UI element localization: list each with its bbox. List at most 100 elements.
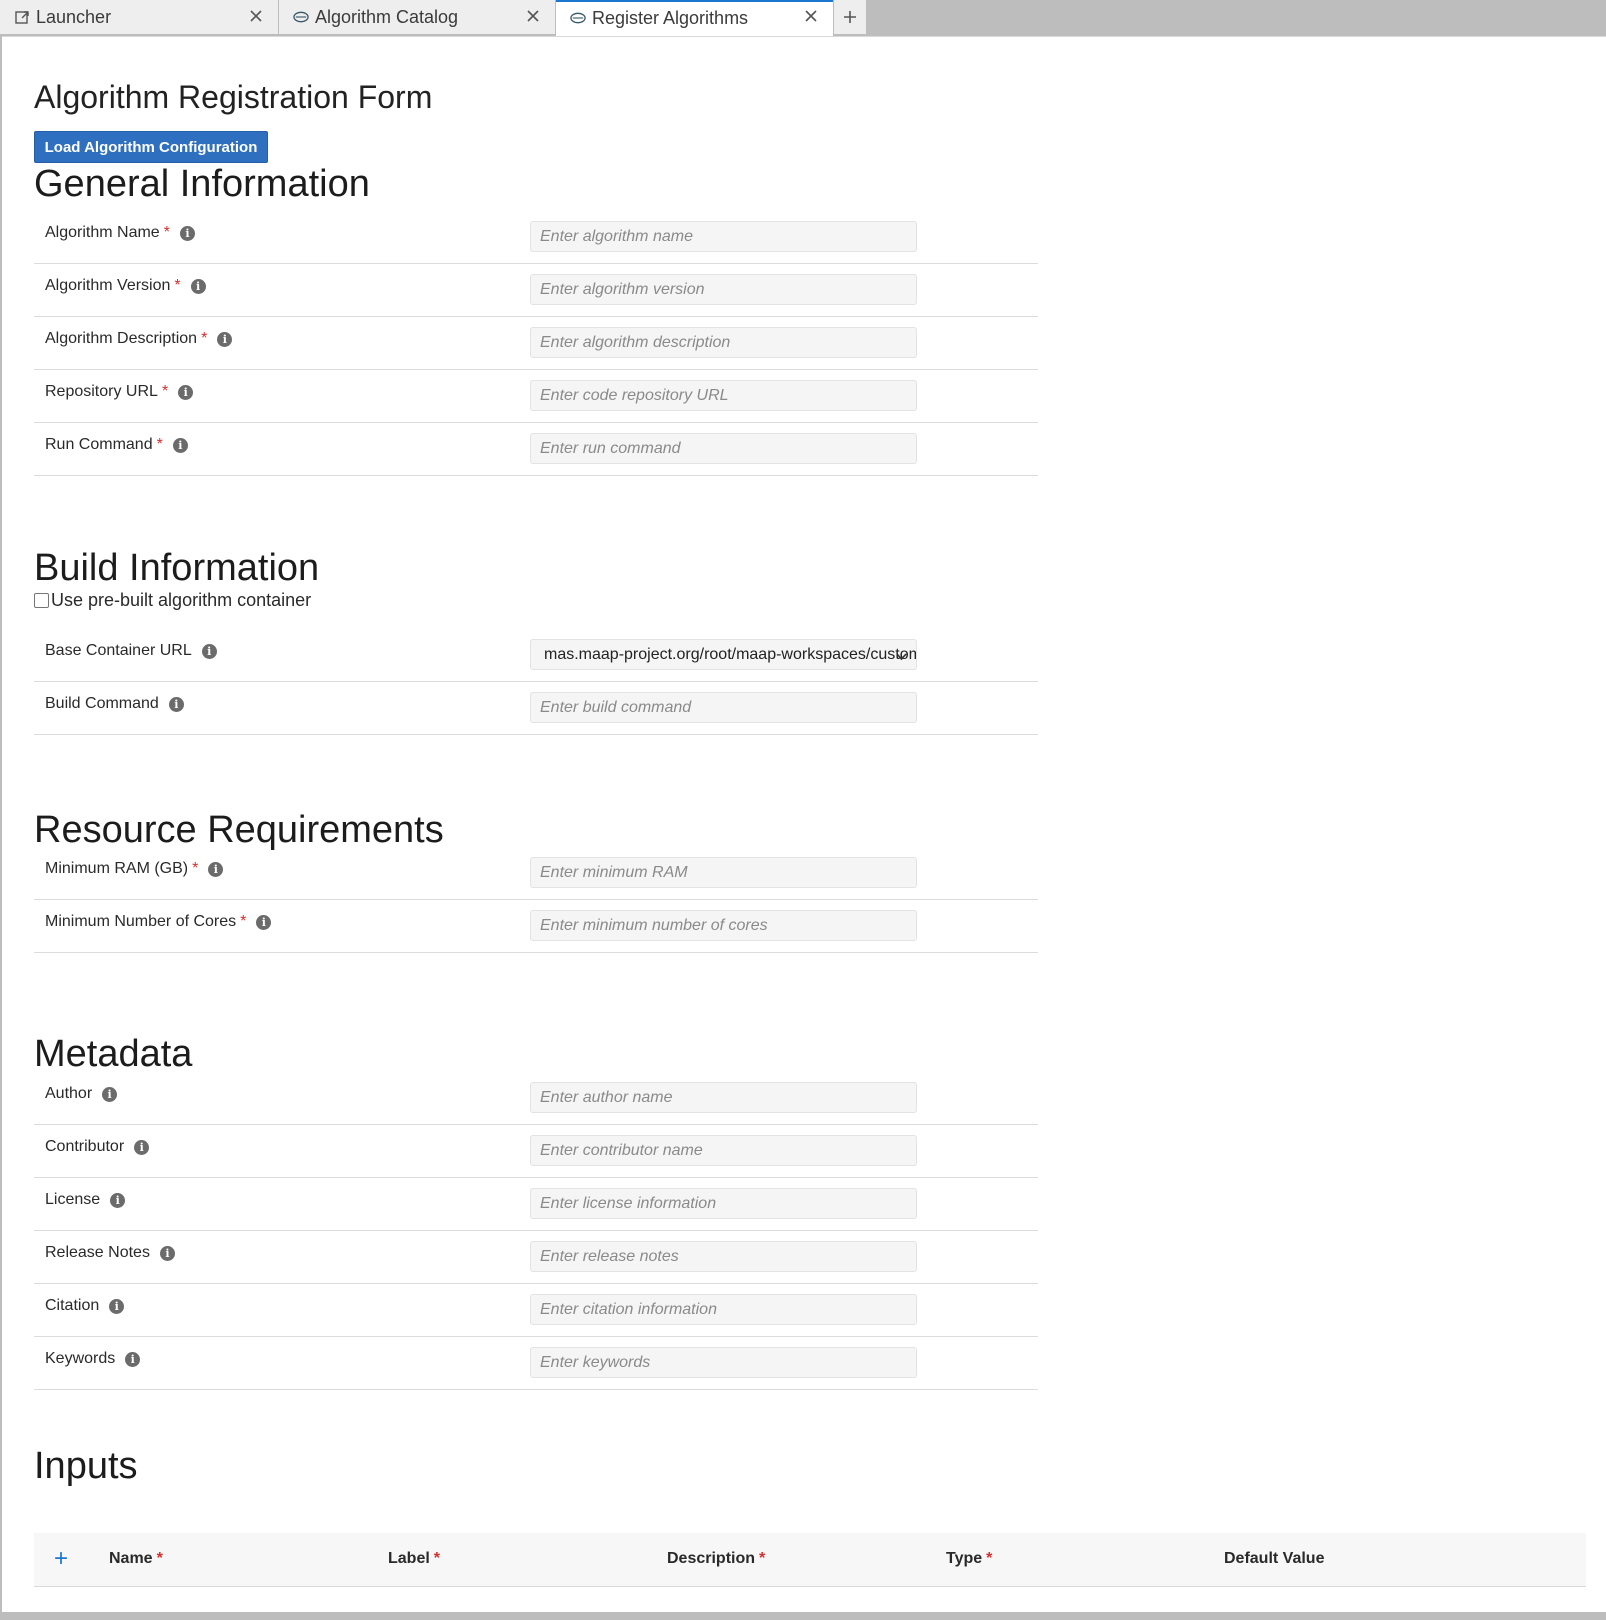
build-command-input[interactable]: [530, 692, 917, 723]
run-command-input[interactable]: [530, 433, 917, 464]
info-icon[interactable]: i: [256, 914, 272, 930]
required-marker: *: [240, 913, 247, 930]
required-marker: *: [433, 1550, 441, 1567]
column-header-label: Label *: [388, 1550, 440, 1568]
info-icon[interactable]: i: [125, 1351, 141, 1367]
form-row-repository-url: Repository URL * i: [34, 370, 1038, 423]
form-row-citation: Citation i: [34, 1284, 1038, 1337]
required-marker: *: [156, 436, 163, 453]
column-header-default-value: Default Value: [1224, 1550, 1324, 1568]
form-row-keywords: Keywords i: [34, 1337, 1038, 1390]
license-input[interactable]: [530, 1188, 917, 1219]
info-icon[interactable]: i: [109, 1298, 125, 1314]
info-icon[interactable]: i: [217, 331, 233, 347]
info-icon[interactable]: i: [168, 696, 184, 712]
inputs-table-header: + Name * Label * Description * Type * Defaul…: [34, 1533, 1586, 1587]
info-icon[interactable]: i: [110, 1192, 126, 1208]
add-input-button[interactable]: +: [54, 1547, 68, 1571]
form-row-minimum-ram: Minimum RAM (GB) * i: [34, 847, 1038, 900]
info-icon[interactable]: i: [179, 225, 195, 241]
info-icon[interactable]: i: [159, 1245, 175, 1261]
build-information-fields: Base Container URL i mas.maap-project.org…: [34, 629, 1038, 735]
prebuilt-container-label: Use pre-built algorithm container: [51, 590, 312, 610]
tab-algorithm-catalog[interactable]: Algorithm Catalog: [279, 0, 556, 34]
required-marker: *: [192, 860, 199, 877]
column-header-type: Type *: [946, 1550, 992, 1568]
citation-input[interactable]: [530, 1294, 917, 1325]
field-label: Keywords: [45, 1350, 116, 1367]
form-row-algorithm-name: Algorithm Name * i: [34, 211, 1038, 264]
author-input[interactable]: [530, 1082, 917, 1113]
field-label: Run Command: [45, 436, 153, 453]
load-configuration-button[interactable]: Load Algorithm Configuration: [34, 131, 268, 163]
release-notes-input[interactable]: [530, 1241, 917, 1272]
info-icon[interactable]: i: [134, 1139, 150, 1155]
form-row-author: Author i: [34, 1072, 1038, 1125]
column-label: Label: [388, 1550, 430, 1567]
build-information-heading: Build Information: [34, 547, 320, 589]
tab-register-algorithms[interactable]: Register Algorithms: [556, 0, 834, 36]
form-row-contributor: Contributor i: [34, 1125, 1038, 1178]
base-container-url-select[interactable]: mas.maap-project.org/root/maap-workspace…: [530, 639, 917, 670]
metadata-heading: Metadata: [34, 1033, 193, 1075]
form-row-release-notes: Release Notes i: [34, 1231, 1038, 1284]
register-algorithms-panel: Algorithm Registration Form Load Algorit…: [2, 36, 1606, 1612]
field-label: Algorithm Description: [45, 330, 198, 347]
close-icon[interactable]: [525, 8, 541, 24]
algorithm-version-input[interactable]: [530, 274, 917, 305]
algorithm-description-input[interactable]: [530, 327, 917, 358]
required-marker: *: [174, 277, 181, 294]
form-row-run-command: Run Command * i: [34, 423, 1038, 476]
info-icon[interactable]: i: [208, 861, 224, 877]
launch-icon: [14, 9, 30, 25]
tab-label: Launcher: [36, 6, 112, 27]
close-icon[interactable]: [803, 8, 819, 24]
tab-launcher[interactable]: Launcher: [0, 0, 279, 34]
contributor-input[interactable]: [530, 1135, 917, 1166]
general-information-heading: General Information: [34, 163, 370, 205]
page-title: Algorithm Registration Form: [34, 79, 433, 115]
field-label: Base Container URL: [45, 642, 192, 659]
column-label: Name: [109, 1550, 153, 1567]
info-icon[interactable]: i: [201, 643, 217, 659]
prebuilt-container-option[interactable]: Use pre-built algorithm container: [34, 590, 311, 611]
metadata-fields: Authori Contributori Licensei Release No…: [34, 1072, 1038, 1390]
column-header-name: Name *: [109, 1550, 163, 1568]
maap-logo-icon: [570, 10, 586, 26]
form-row-algorithm-description: Algorithm Description * i: [34, 317, 1038, 370]
required-marker: *: [161, 383, 169, 400]
info-icon[interactable]: i: [190, 278, 206, 294]
tab-label: Algorithm Catalog: [315, 6, 459, 27]
repository-url-input[interactable]: [530, 380, 917, 411]
required-marker: *: [156, 1550, 163, 1567]
add-tab-button[interactable]: [834, 0, 866, 34]
field-label: Build Command: [45, 695, 159, 712]
resource-requirements-heading: Resource Requirements: [34, 809, 444, 851]
algorithm-name-input[interactable]: [530, 221, 917, 252]
required-marker: *: [201, 330, 208, 347]
column-label: Description: [667, 1550, 756, 1567]
general-information-fields: Algorithm Name*i Algorithm Version*i Alg…: [34, 211, 1038, 476]
minimum-ram-input[interactable]: [530, 857, 917, 888]
field-label: Algorithm Name: [45, 224, 160, 241]
form-row-license: License i: [34, 1178, 1038, 1231]
keywords-input[interactable]: [530, 1347, 917, 1378]
field-label: License: [45, 1191, 101, 1208]
close-icon[interactable]: [248, 8, 264, 24]
info-icon[interactable]: i: [178, 384, 194, 400]
form-row-minimum-cores: Minimum Number of Cores * i: [34, 900, 1038, 953]
info-icon[interactable]: i: [172, 437, 188, 453]
inputs-heading: Inputs: [34, 1445, 138, 1487]
maap-logo-icon: [293, 9, 309, 25]
minimum-cores-input[interactable]: [530, 910, 917, 941]
field-label: Citation: [45, 1297, 100, 1314]
column-label: Type: [946, 1550, 983, 1567]
info-icon[interactable]: i: [102, 1086, 118, 1102]
field-label: Minimum Number of Cores: [45, 913, 237, 930]
field-label: Contributor: [45, 1138, 125, 1155]
column-header-description: Description *: [667, 1550, 765, 1568]
field-label: Author: [45, 1085, 93, 1102]
prebuilt-container-checkbox[interactable]: [34, 593, 49, 608]
required-marker: *: [163, 224, 170, 241]
field-label: Repository URL: [45, 383, 158, 400]
